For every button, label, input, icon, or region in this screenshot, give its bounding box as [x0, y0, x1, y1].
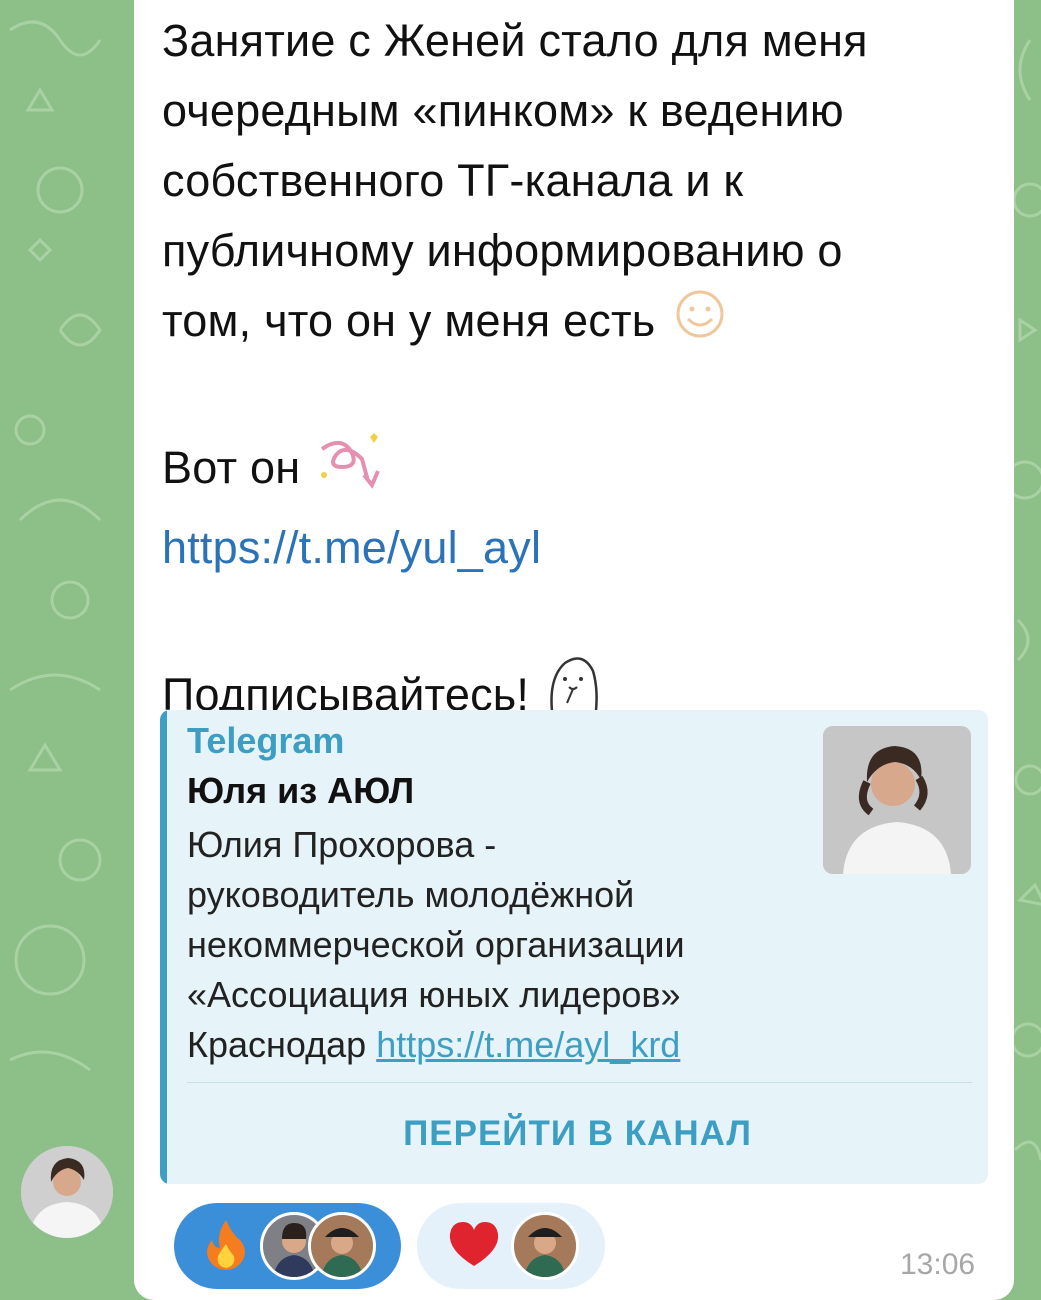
- preview-title: Юля из АЮЛ: [187, 770, 415, 811]
- open-channel-button[interactable]: ПЕРЕЙТИ В КАНАЛ: [167, 1083, 988, 1184]
- preview-desc-line: Юлия Прохорова -: [187, 824, 497, 865]
- curly-arrow-icon: [314, 429, 384, 513]
- preview-desc-link[interactable]: https://t.me/ayl_krd: [376, 1024, 680, 1065]
- message-line-last: том, что он у меня есть: [162, 286, 1002, 359]
- preview-accent-bar: [160, 710, 167, 1184]
- message-text: Занятие с Женей стало для меня очередным…: [162, 6, 1002, 743]
- reactor-avatar: [308, 1212, 376, 1280]
- preview-description: Юлия Прохорова - руководитель молодёжной…: [187, 820, 807, 1070]
- preview-desc-line: некоммерческой организации: [187, 924, 685, 965]
- message-line: том, что он у меня есть: [162, 295, 656, 346]
- message-line: очередным «пинком» к ведению: [162, 85, 844, 136]
- smile-icon: [669, 289, 731, 359]
- preview-site-name: Telegram: [187, 720, 345, 761]
- message-line: Занятие с Женей стало для меня: [162, 15, 868, 66]
- message-time: 13:06: [900, 1248, 976, 1281]
- reactor-avatar: [511, 1212, 579, 1280]
- channel-link[interactable]: https://t.me/yul_ayl: [162, 513, 1002, 583]
- reaction-fire[interactable]: [174, 1203, 401, 1289]
- sender-avatar[interactable]: [21, 1146, 113, 1238]
- preview-city: Краснодар: [187, 1024, 367, 1065]
- message-line: собственного ТГ-канала и к: [162, 155, 744, 206]
- here-it-is-text: Вот он: [162, 442, 301, 493]
- message-line: публичному информированию о: [162, 225, 843, 276]
- preview-desc-last-line: Краснодар https://t.me/ayl_krd: [187, 1020, 807, 1070]
- heart-icon: [447, 1220, 501, 1273]
- reaction-heart[interactable]: [417, 1203, 605, 1289]
- fire-icon: [204, 1218, 248, 1275]
- preview-desc-line: руководитель молодёжной: [187, 874, 635, 915]
- link-preview[interactable]: Telegram Юля из АЮЛ Юлия Прохорова - рук…: [160, 710, 988, 1184]
- preview-thumbnail: [823, 726, 971, 874]
- message-blank: [162, 583, 1002, 653]
- preview-desc-line: «Ассоциация юных лидеров»: [187, 974, 681, 1015]
- message-blank: [162, 359, 1002, 429]
- message-here-line: Вот он: [162, 429, 1002, 513]
